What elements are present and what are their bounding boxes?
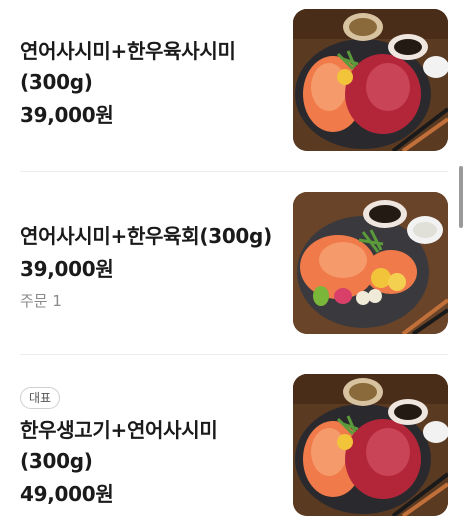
menu-item-image[interactable] [293,192,448,334]
menu-item-name-line2: (300g) [20,449,93,473]
menu-item-info: 연어사시미+한우육회(300g) 39,000원 주문 1 [20,221,280,311]
menu-item-info: 대표 한우생고기+연어사시미 (300g) 49,000원 [20,387,280,510]
menu-item-order-count: 주문 1 [20,292,62,310]
sashimi-platter-image [293,192,448,334]
menu-item-info: 연어사시미+한우육사시미 (300g) 39,000원 [20,36,280,131]
menu-item-2[interactable]: 연어사시미+한우육회(300g) 39,000원 주문 1 [0,172,466,352]
menu-item-1[interactable]: 연어사시미+한우육사시미 (300g) 39,000원 [0,0,466,170]
menu-item-name-line2: (300g) [20,70,93,94]
menu-item-name-line1: 연어사시미+한우육사시미 [20,39,236,63]
menu-item-image[interactable] [293,374,448,516]
sashimi-platter-image [293,9,448,151]
sashimi-platter-image [293,374,448,516]
menu-item-name-line1: 한우생고기+연어사시미 [20,418,218,442]
menu-item-image[interactable] [293,9,448,151]
menu-item-3[interactable]: 대표 한우생고기+연어사시미 (300g) 49,000원 [0,355,466,531]
menu-item-name: 연어사시미+한우육사시미 (300g) [20,36,280,98]
representative-badge: 대표 [20,387,61,409]
menu-item-name: 한우생고기+연어사시미 (300g) [20,415,280,477]
scrollbar-thumb[interactable] [459,166,463,228]
menu-list-page: 연어사시미+한우육사시미 (300g) 39,000원 연어사시미+한우육회(3… [0,0,466,531]
menu-item-price: 49,000원 [20,482,114,506]
menu-item-price: 39,000원 [20,103,114,127]
menu-item-price: 39,000원 [20,257,114,281]
menu-item-name: 연어사시미+한우육회(300g) [20,221,280,252]
menu-item-name-line1: 연어사시미+한우육회(300g) [20,224,272,248]
